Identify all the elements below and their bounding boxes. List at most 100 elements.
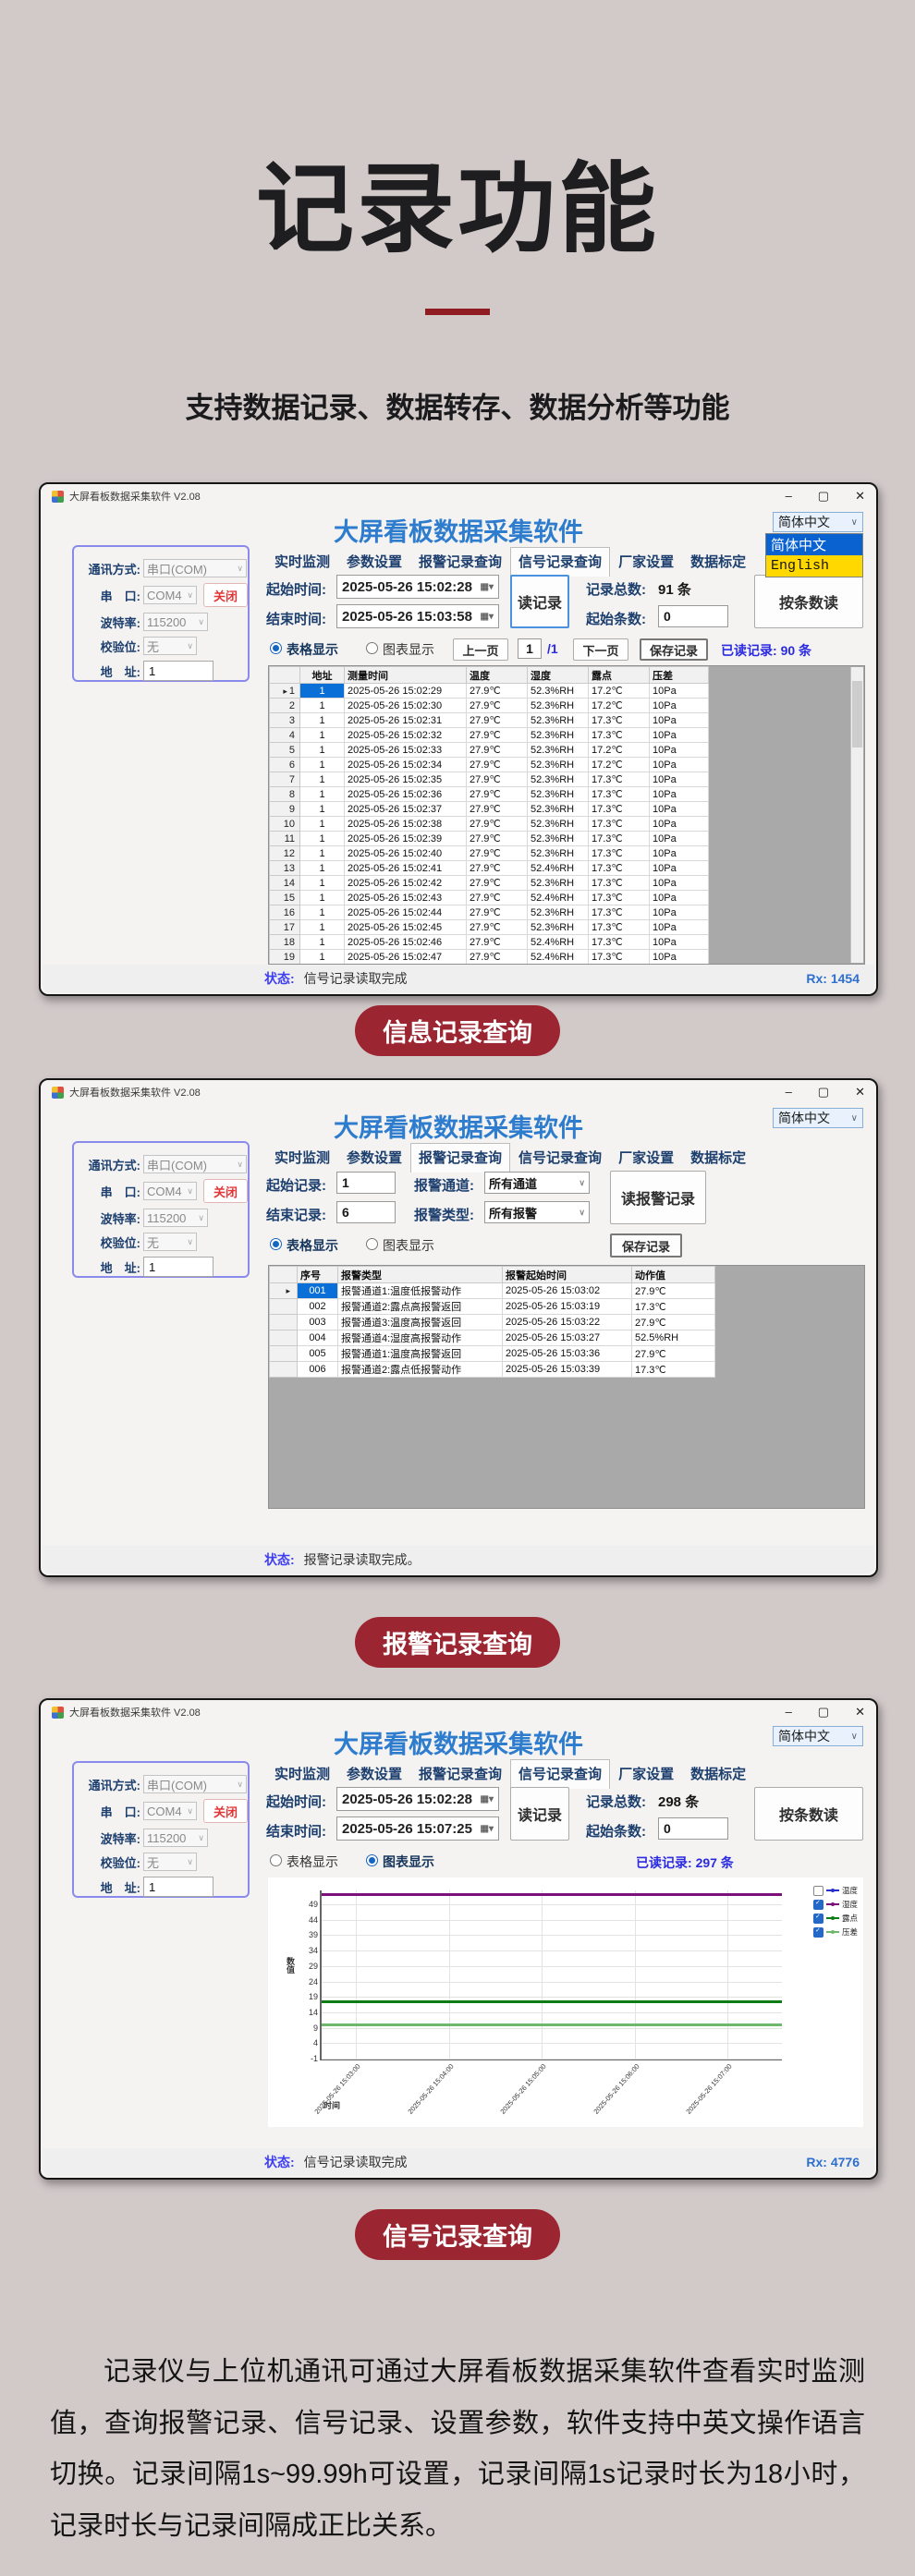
tab-alarm-query[interactable]: 报警记录查询 xyxy=(410,547,510,577)
baud-select[interactable]: 115200∨ xyxy=(143,1829,208,1847)
prev-page-button[interactable]: 上一页 xyxy=(453,638,508,661)
start-index-input[interactable]: 0 xyxy=(658,605,728,627)
chart-view-radio[interactable] xyxy=(366,1238,378,1250)
table-row[interactable]: 9 1 2025-05-26 15:02:37 27.9℃ 52.3%RH 17… xyxy=(270,802,709,817)
tab-realtime[interactable]: 实时监测 xyxy=(266,1143,338,1173)
start-record-input[interactable]: 1 xyxy=(336,1172,396,1194)
start-time-input[interactable]: 2025-05-26 15:02:28▦▾ xyxy=(336,1787,499,1811)
table-row[interactable]: 6 1 2025-05-26 15:02:34 27.9℃ 52.3%RH 17… xyxy=(270,758,709,772)
table-view-radio[interactable] xyxy=(270,642,282,654)
com-port-select[interactable]: COM4∨ xyxy=(143,1802,197,1820)
close-icon[interactable]: ✕ xyxy=(855,1705,865,1719)
end-time-input[interactable]: 2025-05-26 15:07:25▦▾ xyxy=(336,1817,499,1841)
next-page-button[interactable]: 下一页 xyxy=(573,638,628,661)
com-port-select[interactable]: COM4∨ xyxy=(143,586,197,604)
chart-view-radio[interactable] xyxy=(366,1854,378,1866)
calendar-icon[interactable]: ▦▾ xyxy=(481,1824,494,1834)
chart-view-label[interactable]: 图表显示 xyxy=(383,1853,434,1871)
read-alarm-records-button[interactable]: 读报警记录 xyxy=(610,1171,706,1224)
tab-params[interactable]: 参数设置 xyxy=(338,547,410,577)
start-index-input[interactable]: 0 xyxy=(658,1817,728,1840)
col-address[interactable]: 地址 xyxy=(300,667,345,684)
table-row[interactable]: 003 报警通道3:温度高报警返回 2025-05-26 15:03:22 27… xyxy=(270,1315,715,1331)
checkbox-checked-icon[interactable] xyxy=(813,1927,824,1938)
table-row[interactable]: 19 1 2025-05-26 15:02:47 27.9℃ 52.4%RH 1… xyxy=(270,950,709,965)
tab-realtime[interactable]: 实时监测 xyxy=(266,547,338,577)
tab-realtime[interactable]: 实时监测 xyxy=(266,1759,338,1789)
address-input[interactable]: 1 xyxy=(143,1877,214,1897)
table-row[interactable]: 13 1 2025-05-26 15:02:41 27.9℃ 52.4%RH 1… xyxy=(270,861,709,876)
end-time-input[interactable]: 2025-05-26 15:03:58▦▾ xyxy=(336,604,499,628)
table-row[interactable]: 005 报警通道1:温度高报警返回 2025-05-26 15:03:36 27… xyxy=(270,1346,715,1362)
table-row[interactable]: 18 1 2025-05-26 15:02:46 27.9℃ 52.4%RH 1… xyxy=(270,935,709,950)
language-select[interactable]: 简体中文 ∨ xyxy=(773,512,863,532)
read-records-button[interactable]: 读记录 xyxy=(510,575,569,628)
table-view-label[interactable]: 表格显示 xyxy=(287,1853,338,1871)
table-row[interactable]: 16 1 2025-05-26 15:02:44 27.9℃ 52.3%RH 1… xyxy=(270,905,709,920)
chart-view-radio[interactable] xyxy=(366,642,378,654)
comm-mode-select[interactable]: 串口(COM)∨ xyxy=(143,1155,247,1173)
close-port-button[interactable]: 关闭 xyxy=(203,1799,248,1823)
parity-select[interactable]: 无∨ xyxy=(143,1853,197,1871)
tab-signal-query[interactable]: 信号记录查询 xyxy=(510,1143,610,1173)
maximize-icon[interactable]: ▢ xyxy=(818,1705,829,1719)
table-view-label[interactable]: 表格显示 xyxy=(287,640,338,659)
table-row[interactable]: 002 报警通道2:露点高报警返回 2025-05-26 15:03:19 17… xyxy=(270,1299,715,1315)
read-by-count-button[interactable]: 按条数读 xyxy=(754,575,863,628)
tab-calibration[interactable]: 数据标定 xyxy=(682,1759,754,1789)
com-port-select[interactable]: COM4∨ xyxy=(143,1182,197,1200)
alarm-type-select[interactable]: 所有报警∨ xyxy=(484,1201,590,1223)
minimize-icon[interactable]: – xyxy=(786,1705,792,1719)
table-row[interactable]: 8 1 2025-05-26 15:02:36 27.9℃ 52.3%RH 17… xyxy=(270,787,709,802)
col-pressure[interactable]: 压差 xyxy=(650,667,709,684)
page-input[interactable]: 1 xyxy=(518,638,542,659)
address-input[interactable]: 1 xyxy=(143,1257,214,1277)
calendar-icon[interactable]: ▦▾ xyxy=(481,582,494,592)
col-temperature[interactable]: 温度 xyxy=(467,667,528,684)
table-row[interactable]: 3 1 2025-05-26 15:02:31 27.9℃ 52.3%RH 17… xyxy=(270,713,709,728)
checkbox-checked-icon[interactable] xyxy=(813,1914,824,1924)
table-row[interactable]: 10 1 2025-05-26 15:02:38 27.9℃ 52.3%RH 1… xyxy=(270,817,709,832)
table-row[interactable]: 12 1 2025-05-26 15:02:40 27.9℃ 52.3%RH 1… xyxy=(270,846,709,861)
close-port-button[interactable]: 关闭 xyxy=(203,1179,248,1203)
col-index[interactable]: 序号 xyxy=(298,1267,338,1283)
comm-mode-select[interactable]: 串口(COM)∨ xyxy=(143,1775,247,1793)
col-time[interactable]: 测量时间 xyxy=(345,667,467,684)
tab-signal-query[interactable]: 信号记录查询 xyxy=(510,547,610,577)
tab-alarm-query[interactable]: 报警记录查询 xyxy=(410,1143,510,1173)
chart-view-label[interactable]: 图表显示 xyxy=(383,640,434,659)
language-select[interactable]: 简体中文 ∨ xyxy=(773,1726,863,1746)
language-option-english[interactable]: English xyxy=(766,555,862,577)
language-option-chinese[interactable]: 简体中文 xyxy=(766,534,862,555)
alarm-channel-select[interactable]: 所有通道∨ xyxy=(484,1172,590,1194)
col-dewpoint[interactable]: 露点 xyxy=(589,667,650,684)
tab-calibration[interactable]: 数据标定 xyxy=(682,1143,754,1173)
tab-factory[interactable]: 厂家设置 xyxy=(610,1143,682,1173)
checkbox-checked-icon[interactable] xyxy=(813,1900,824,1910)
table-row[interactable]: 14 1 2025-05-26 15:02:42 27.9℃ 52.3%RH 1… xyxy=(270,876,709,891)
col-action-value[interactable]: 动作值 xyxy=(632,1267,715,1283)
close-icon[interactable]: ✕ xyxy=(855,489,865,504)
table-row[interactable]: 7 1 2025-05-26 15:02:35 27.9℃ 52.3%RH 17… xyxy=(270,772,709,787)
scrollbar-thumb[interactable] xyxy=(852,681,862,747)
baud-select[interactable]: 115200∨ xyxy=(143,613,208,631)
calendar-icon[interactable]: ▦▾ xyxy=(481,612,494,622)
maximize-icon[interactable]: ▢ xyxy=(818,1085,829,1100)
vertical-scrollbar[interactable] xyxy=(850,667,863,963)
col-humidity[interactable]: 湿度 xyxy=(528,667,589,684)
language-select[interactable]: 简体中文 ∨ xyxy=(773,1108,863,1128)
table-row[interactable]: 006 报警通道2:露点低报警动作 2025-05-26 15:03:39 17… xyxy=(270,1362,715,1378)
tab-params[interactable]: 参数设置 xyxy=(338,1759,410,1789)
calendar-icon[interactable]: ▦▾ xyxy=(481,1794,494,1804)
maximize-icon[interactable]: ▢ xyxy=(818,489,829,504)
parity-select[interactable]: 无∨ xyxy=(143,637,197,655)
table-view-radio[interactable] xyxy=(270,1854,282,1866)
read-records-button[interactable]: 读记录 xyxy=(510,1787,569,1841)
tab-calibration[interactable]: 数据标定 xyxy=(682,547,754,577)
table-row[interactable]: 5 1 2025-05-26 15:02:33 27.9℃ 52.3%RH 17… xyxy=(270,743,709,758)
table-view-label[interactable]: 表格显示 xyxy=(287,1236,338,1255)
table-row[interactable]: 15 1 2025-05-26 15:02:43 27.9℃ 52.4%RH 1… xyxy=(270,891,709,905)
close-icon[interactable]: ✕ xyxy=(855,1085,865,1100)
table-row[interactable]: 001 报警通道1:温度低报警动作 2025-05-26 15:03:02 27… xyxy=(270,1283,715,1299)
minimize-icon[interactable]: – xyxy=(786,489,792,504)
